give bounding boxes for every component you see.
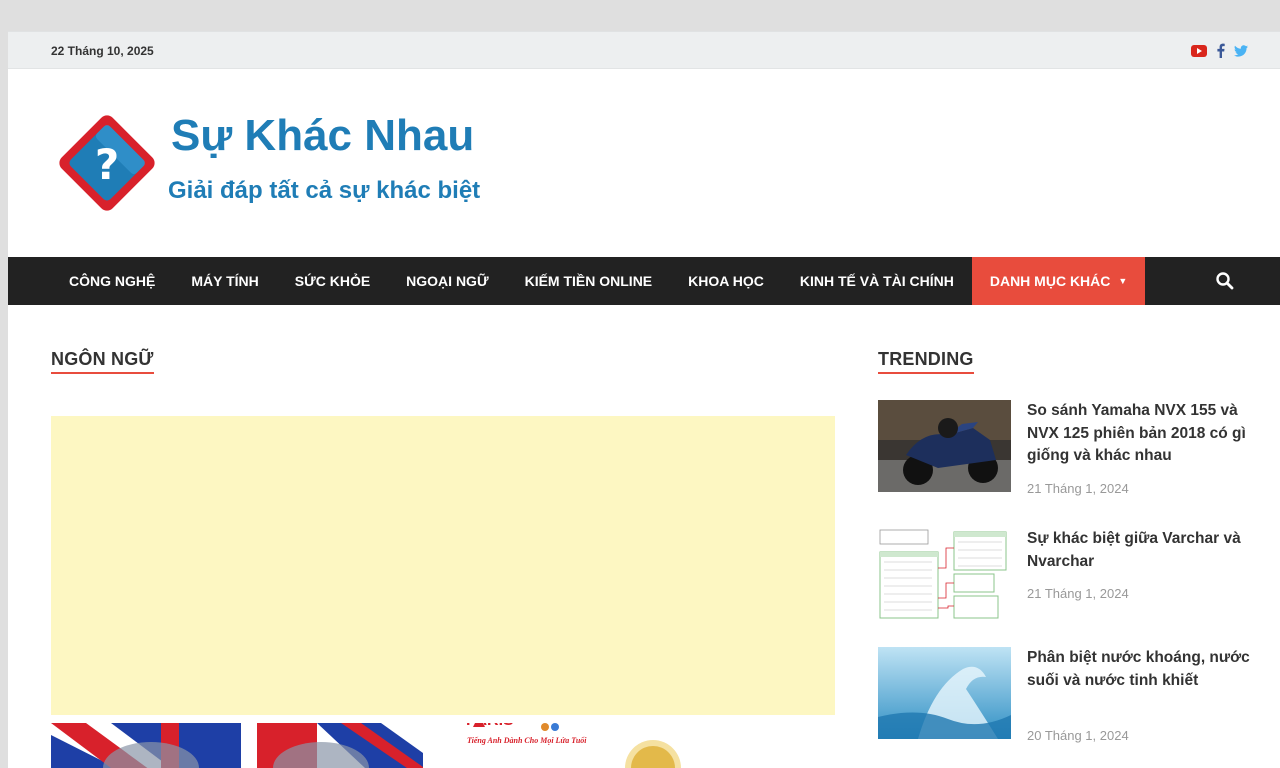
current-date: 22 Tháng 10, 2025 [51,44,154,58]
nav-item-label: KHOA HỌC [688,273,764,289]
trending-post-title[interactable]: Phân biệt nước khoáng, nước suối và nước… [1027,647,1252,692]
top-bar: 22 Tháng 10, 2025 [8,31,1280,69]
caret-down-icon: ▼ [1118,276,1128,286]
scooter-image [878,400,1011,492]
trending-post-date: 20 Tháng 1, 2024 [1027,728,1129,743]
nav-item-suc-khoe[interactable]: SỨC KHỎE [277,257,388,305]
flags-image [51,723,423,768]
ad-placeholder [51,416,835,715]
post-thumbnail-english[interactable]: PARIS Tiếng Anh Dành Cho Mọi Lứa Tuổi [463,723,693,768]
nav-item-label: CÔNG NGHỆ [69,273,156,289]
trending-post-date: 21 Tháng 1, 2024 [1027,481,1129,496]
nav-item-label: KINH TẾ VÀ TÀI CHÍNH [799,273,954,289]
trending-post-title[interactable]: So sánh Yamaha NVX 155 và NVX 125 phiên … [1027,400,1252,468]
english-course-image: PARIS [466,723,681,768]
question-mark-logo-icon: ? [59,115,155,211]
trending-post-title[interactable]: Sự khác biệt giữa Varchar và Nvarchar [1027,528,1252,573]
section-title: NGÔN NGỮ [51,349,154,374]
trending-post: Phân biệt nước khoáng, nước suối và nước… [878,647,1258,747]
youtube-icon[interactable] [1191,44,1207,62]
nav-item-kinh-te-tai-chinh[interactable]: KINH TẾ VÀ TÀI CHÍNH [782,257,972,305]
nav-item-label: SỨC KHỎE [294,273,371,289]
trending-post-image[interactable] [878,528,1011,620]
logo-title: Sự Khác Nhau [171,111,475,160]
nav-item-cong-nghe[interactable]: CÔNG NGHỆ [51,257,173,305]
nav-item-danh-muc-khac[interactable]: DANH MỤC KHÁC ▼ [971,257,1146,305]
nav-item-label: KIẾM TIỀN ONLINE [524,273,653,289]
nav-item-khoa-hoc[interactable]: KHOA HỌC [670,257,782,305]
nav-item-kiem-tien-online[interactable]: KIẾM TIỀN ONLINE [507,257,671,305]
trending-post-date: 21 Tháng 1, 2024 [1027,586,1129,601]
nav-item-may-tinh[interactable]: MÁY TÍNH [173,257,276,305]
trending-post-image[interactable] [878,647,1011,739]
search-icon [1216,272,1234,290]
page: 22 Tháng 10, 2025 ? Sự Khác Nhau Giải đá… [8,31,1280,768]
facebook-icon[interactable] [1216,43,1225,63]
social-links [1191,43,1248,63]
nav-item-label: NGOẠI NGỮ [406,273,489,289]
svg-text:PARIS: PARIS [466,723,514,729]
nav-item-ngoai-ngu[interactable]: NGOẠI NGỮ [388,257,506,305]
water-splash-image [878,647,1011,739]
trending-post: So sánh Yamaha NVX 155 và NVX 125 phiên … [878,400,1258,500]
post-thumbnail-flags[interactable] [51,723,423,768]
thumb-caption: Tiếng Anh Dành Cho Mọi Lứa Tuổi [467,736,587,745]
main-navigation: CÔNG NGHỆ MÁY TÍNH SỨC KHỎE NGOẠI NGỮ KI… [8,257,1280,305]
sidebar-title: TRENDING [878,349,974,374]
nav-item-label: MÁY TÍNH [191,273,259,289]
logo-tagline: Giải đáp tất cả sự khác biệt [168,177,481,204]
site-logo[interactable]: ? Sự Khác Nhau Giải đáp tất cả sự khác b… [51,105,501,220]
database-diagram-image [878,528,1011,620]
trending-post-image[interactable] [878,400,1011,492]
twitter-icon[interactable] [1234,44,1248,62]
trending-post: Sự khác biệt giữa Varchar và Nvarchar 21… [878,528,1258,628]
search-button[interactable] [1215,271,1235,291]
svg-text:?: ? [95,140,119,189]
nav-item-label: DANH MỤC KHÁC [989,273,1111,289]
